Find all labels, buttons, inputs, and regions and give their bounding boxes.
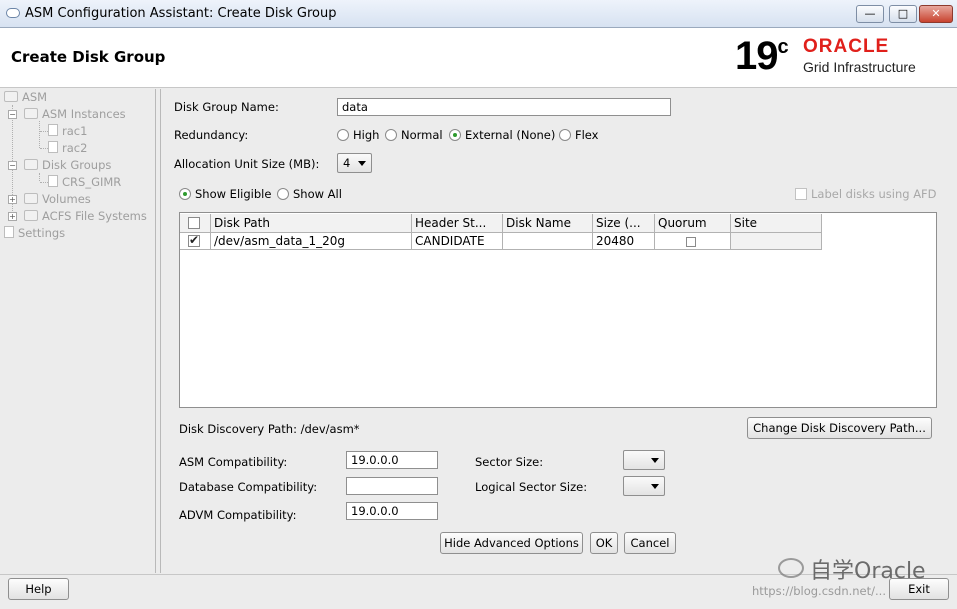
app-icon <box>6 8 20 18</box>
product-name: Grid Infrastructure <box>803 59 916 75</box>
maximize-icon: □ <box>898 7 908 20</box>
show-all-radio[interactable]: Show All <box>277 187 342 201</box>
logical-sector-size-label: Logical Sector Size: <box>475 480 587 494</box>
database-compatibility-input[interactable] <box>346 477 438 495</box>
navigation-tree: ASM − ASM Instances rac1 rac2 − Disk Gro… <box>4 89 156 573</box>
document-icon <box>48 175 58 187</box>
cell-header-status: CANDIDATE <box>412 233 503 250</box>
chevron-down-icon <box>358 161 366 166</box>
folder-icon <box>24 210 38 221</box>
asm-compatibility-input[interactable]: 19.0.0.0 <box>346 451 438 469</box>
collapse-icon[interactable]: − <box>8 110 17 119</box>
help-button[interactable]: Help <box>8 578 69 600</box>
disk-group-name-input[interactable]: data <box>337 98 671 116</box>
folder-icon <box>24 108 38 119</box>
page-header: Create Disk Group 19c ORACLE Grid Infras… <box>0 28 957 88</box>
chevron-down-icon <box>651 484 659 489</box>
redundancy-label: Redundancy: <box>174 128 248 142</box>
tree-item-asm[interactable]: ASM <box>4 89 47 105</box>
advm-compatibility-input[interactable]: 19.0.0.0 <box>346 502 438 520</box>
document-icon <box>4 226 14 238</box>
redundancy-normal-radio[interactable]: Normal <box>385 128 443 142</box>
cell-site[interactable] <box>731 233 822 250</box>
column-header-header-status[interactable]: Header St... <box>412 214 503 233</box>
document-icon <box>48 141 58 153</box>
label-disks-afd-checkbox[interactable]: Label disks using AFD <box>795 187 937 201</box>
window-titlebar: ASM Configuration Assistant: Create Disk… <box>0 0 957 28</box>
redundancy-external-radio[interactable]: External (None) <box>449 128 555 142</box>
row-select-checkbox[interactable] <box>180 233 211 250</box>
hide-advanced-options-button[interactable]: Hide Advanced Options <box>440 532 583 554</box>
disk-table: Disk Path Header St... Disk Name Size (.… <box>179 212 937 408</box>
document-icon <box>48 124 58 136</box>
column-header-site[interactable]: Site <box>731 214 822 233</box>
logical-sector-size-select[interactable] <box>623 476 665 496</box>
tree-item-volumes[interactable]: Volumes <box>24 191 91 207</box>
ok-button[interactable]: OK <box>590 532 618 554</box>
allocation-unit-select[interactable]: 4 <box>337 153 372 173</box>
tree-item-disk-groups[interactable]: Disk Groups <box>24 157 111 173</box>
quorum-checkbox[interactable] <box>655 233 731 250</box>
chevron-down-icon <box>651 458 659 463</box>
column-header-size[interactable]: Size (... <box>593 214 655 233</box>
watermark-text: 自学Oracle <box>810 553 926 585</box>
redundancy-flex-radio[interactable]: Flex <box>559 128 599 142</box>
tree-item-settings[interactable]: Settings <box>4 225 65 241</box>
sector-size-select[interactable] <box>623 450 665 470</box>
window-title: ASM Configuration Assistant: Create Disk… <box>25 6 337 21</box>
cell-disk-path[interactable]: /dev/asm_data_1_20g <box>211 233 412 250</box>
expand-icon[interactable]: + <box>8 195 17 204</box>
disk-discovery-path: Disk Discovery Path: /dev/asm* <box>179 422 360 436</box>
watermark-url: https://blog.csdn.net/... <box>752 584 886 598</box>
sector-size-label: Sector Size: <box>475 455 543 469</box>
tree-item-rac1[interactable]: rac1 <box>48 123 87 139</box>
minimize-icon: — <box>865 7 876 20</box>
cell-disk-name[interactable] <box>503 233 593 250</box>
asm-compatibility-label: ASM Compatibility: <box>179 455 287 469</box>
panel-splitter[interactable] <box>160 89 162 573</box>
maximize-button[interactable]: □ <box>889 5 917 23</box>
tree-item-rac2[interactable]: rac2 <box>48 140 87 156</box>
folder-icon <box>24 159 38 170</box>
tree-item-asm-instances[interactable]: ASM Instances <box>24 106 126 122</box>
database-compatibility-label: Database Compatibility: <box>179 480 317 494</box>
cancel-button[interactable]: Cancel <box>624 532 676 554</box>
disk-group-name-label: Disk Group Name: <box>174 100 279 114</box>
close-button[interactable]: ✕ <box>919 5 953 23</box>
folder-icon <box>4 91 18 102</box>
page-title: Create Disk Group <box>11 48 165 66</box>
cell-size: 20480 <box>593 233 655 250</box>
tree-item-crs-gimr[interactable]: CRS_GIMR <box>48 174 121 190</box>
minimize-button[interactable]: — <box>856 5 884 23</box>
expand-icon[interactable]: + <box>8 212 17 221</box>
allocation-unit-label: Allocation Unit Size (MB): <box>174 157 319 171</box>
column-header-disk-path[interactable]: Disk Path <box>211 214 412 233</box>
advm-compatibility-label: ADVM Compatibility: <box>179 508 297 522</box>
change-disk-discovery-path-button[interactable]: Change Disk Discovery Path... <box>747 417 932 439</box>
column-header-disk-name[interactable]: Disk Name <box>503 214 593 233</box>
version-logo: 19c <box>735 34 788 79</box>
tree-item-acfs-file-systems[interactable]: ACFS File Systems <box>24 208 147 224</box>
wechat-icon <box>778 558 804 578</box>
redundancy-high-radio[interactable]: High <box>337 128 379 142</box>
select-all-checkbox[interactable] <box>180 214 211 233</box>
folder-icon <box>24 193 38 204</box>
show-eligible-radio[interactable]: Show Eligible <box>179 187 271 201</box>
close-icon: ✕ <box>931 7 940 20</box>
column-header-quorum[interactable]: Quorum <box>655 214 731 233</box>
oracle-logo: ORACLE <box>803 36 889 58</box>
collapse-icon[interactable]: − <box>8 161 17 170</box>
